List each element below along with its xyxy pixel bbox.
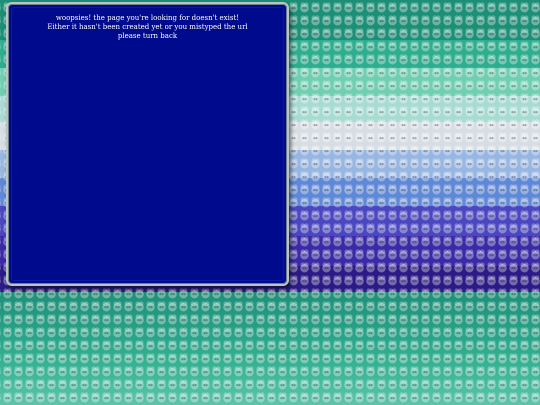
- error-message-line-3: please turn back: [117, 32, 178, 40]
- error-message: woopsies! the page you're looking for do…: [12, 14, 283, 41]
- error-message-line-1: woopsies! the page you're looking for do…: [55, 14, 240, 22]
- error-message-line-2: Either it hasn't been created yet or you…: [47, 23, 248, 31]
- error-window-content: woopsies! the page you're looking for do…: [11, 7, 284, 281]
- error-window: woopsies! the page you're looking for do…: [6, 2, 289, 286]
